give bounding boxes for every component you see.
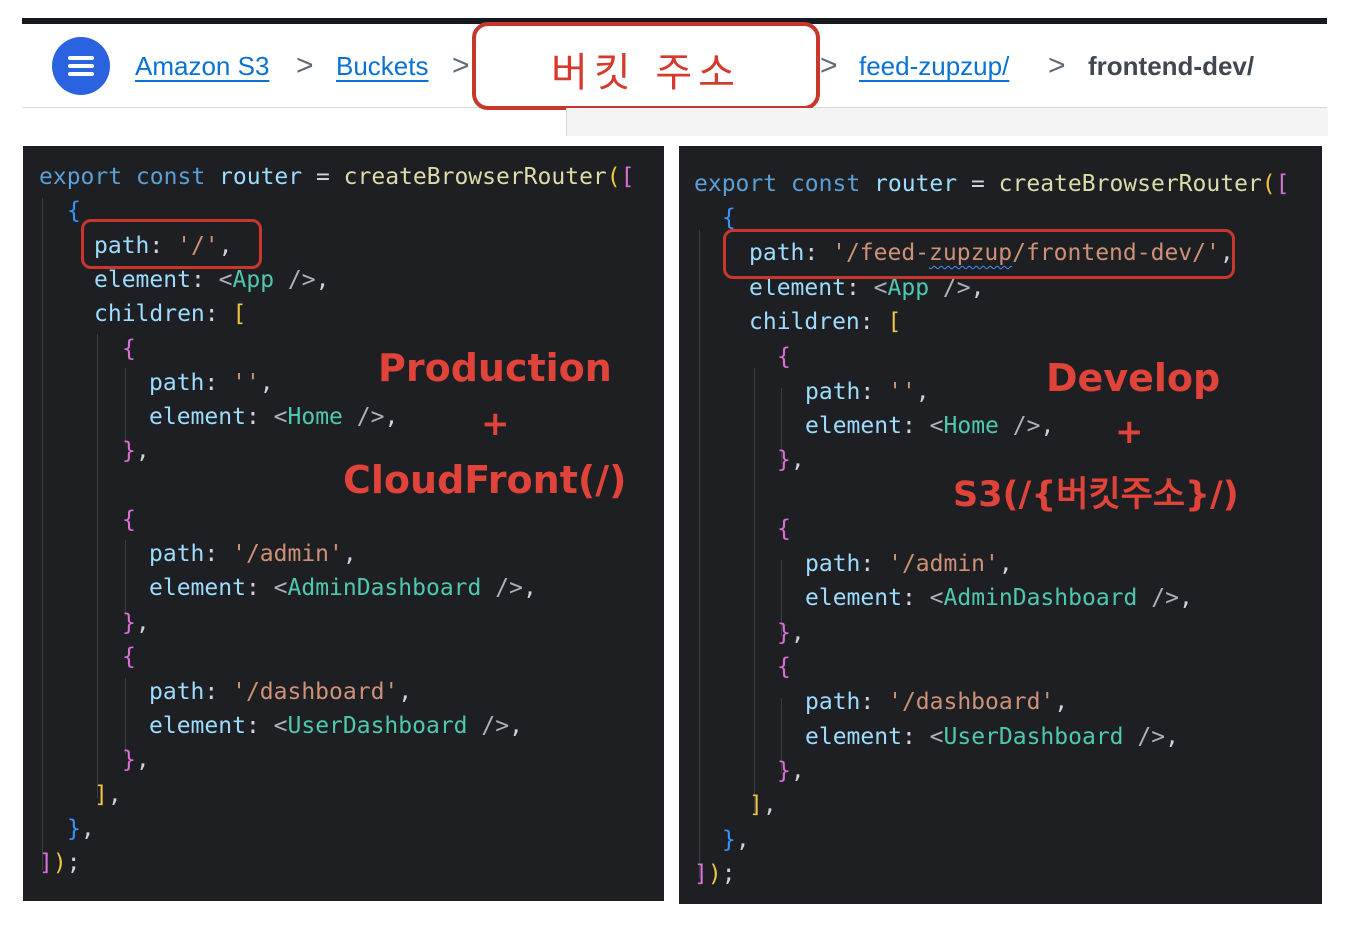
- code-line-18: ],: [94, 782, 122, 808]
- code-line-14: {: [122, 644, 136, 670]
- production-label: Production: [378, 346, 612, 390]
- code-line-10: {: [777, 516, 791, 542]
- develop-label: Develop: [1046, 356, 1221, 400]
- code-line-13: },: [122, 610, 150, 636]
- s3-bucket-path-label: S3(/{버킷주소}/): [953, 475, 1239, 515]
- code-line-20: ]);: [694, 861, 736, 887]
- bucket-address-label: 버킷 주소: [551, 50, 741, 96]
- chevron-right-icon: >: [1048, 49, 1066, 82]
- code-line-6: {: [122, 336, 136, 362]
- code-line-12: element: <AdminDashboard />,: [805, 585, 1193, 611]
- code-line-14: {: [777, 654, 791, 680]
- cloudfront-label: CloudFront(/): [343, 458, 627, 502]
- toolbar-strip: [566, 108, 1328, 136]
- code-line-4: element: <App />,: [94, 267, 330, 293]
- breadcrumb-frontend-dev: frontend-dev/: [1088, 51, 1255, 81]
- code-line-5: children: [: [749, 309, 902, 335]
- code-line-18: ],: [749, 792, 777, 818]
- code-line-15: path: '/dashboard',: [149, 679, 413, 705]
- code-line-9: },: [122, 438, 150, 464]
- chevron-right-icon: >: [296, 49, 314, 82]
- code-line-17: },: [777, 758, 805, 784]
- bucket-address-callout: 버킷 주소: [472, 22, 820, 110]
- chevron-right-icon: >: [820, 49, 838, 82]
- code-line-6: {: [777, 344, 791, 370]
- production-plus: +: [481, 404, 510, 444]
- code-line-19: },: [67, 816, 95, 842]
- code-line-13: },: [777, 620, 805, 646]
- path-root-highlight: [81, 219, 262, 269]
- code-line-9: },: [777, 447, 805, 473]
- code-line-19: },: [722, 827, 750, 853]
- code-line-7: path: '',: [805, 379, 930, 405]
- code-line-2: {: [67, 198, 81, 224]
- code-line-11: path: '/admin',: [149, 541, 357, 567]
- code-line-7: path: '',: [149, 370, 274, 396]
- breadcrumb-feed-zupzup[interactable]: feed-zupzup/: [859, 48, 1009, 84]
- chevron-right-icon: >: [452, 49, 470, 82]
- develop-plus: +: [1115, 412, 1144, 452]
- code-line-1: export const router = createBrowserRoute…: [39, 164, 635, 190]
- breadcrumb-amazon-s3[interactable]: Amazon S3: [135, 48, 269, 84]
- code-line-16: element: <UserDashboard />,: [805, 724, 1179, 750]
- code-line-8: element: <Home />,: [149, 404, 399, 430]
- code-line-20: ]);: [39, 850, 81, 876]
- code-line-16: element: <UserDashboard />,: [149, 713, 523, 739]
- code-line-1: export const router = createBrowserRoute…: [694, 171, 1290, 197]
- breadcrumb-buckets[interactable]: Buckets: [336, 48, 429, 84]
- code-line-15: path: '/dashboard',: [805, 689, 1069, 715]
- hamburger-menu-icon[interactable]: [52, 37, 110, 95]
- code-line-11: path: '/admin',: [805, 551, 1013, 577]
- code-line-5: children: [: [94, 301, 247, 327]
- code-line-8: element: <Home />,: [805, 413, 1055, 439]
- code-line-10: {: [122, 507, 136, 533]
- code-line-12: element: <AdminDashboard />,: [149, 575, 537, 601]
- code-line-17: },: [122, 747, 150, 773]
- path-bucket-highlight: [723, 229, 1235, 279]
